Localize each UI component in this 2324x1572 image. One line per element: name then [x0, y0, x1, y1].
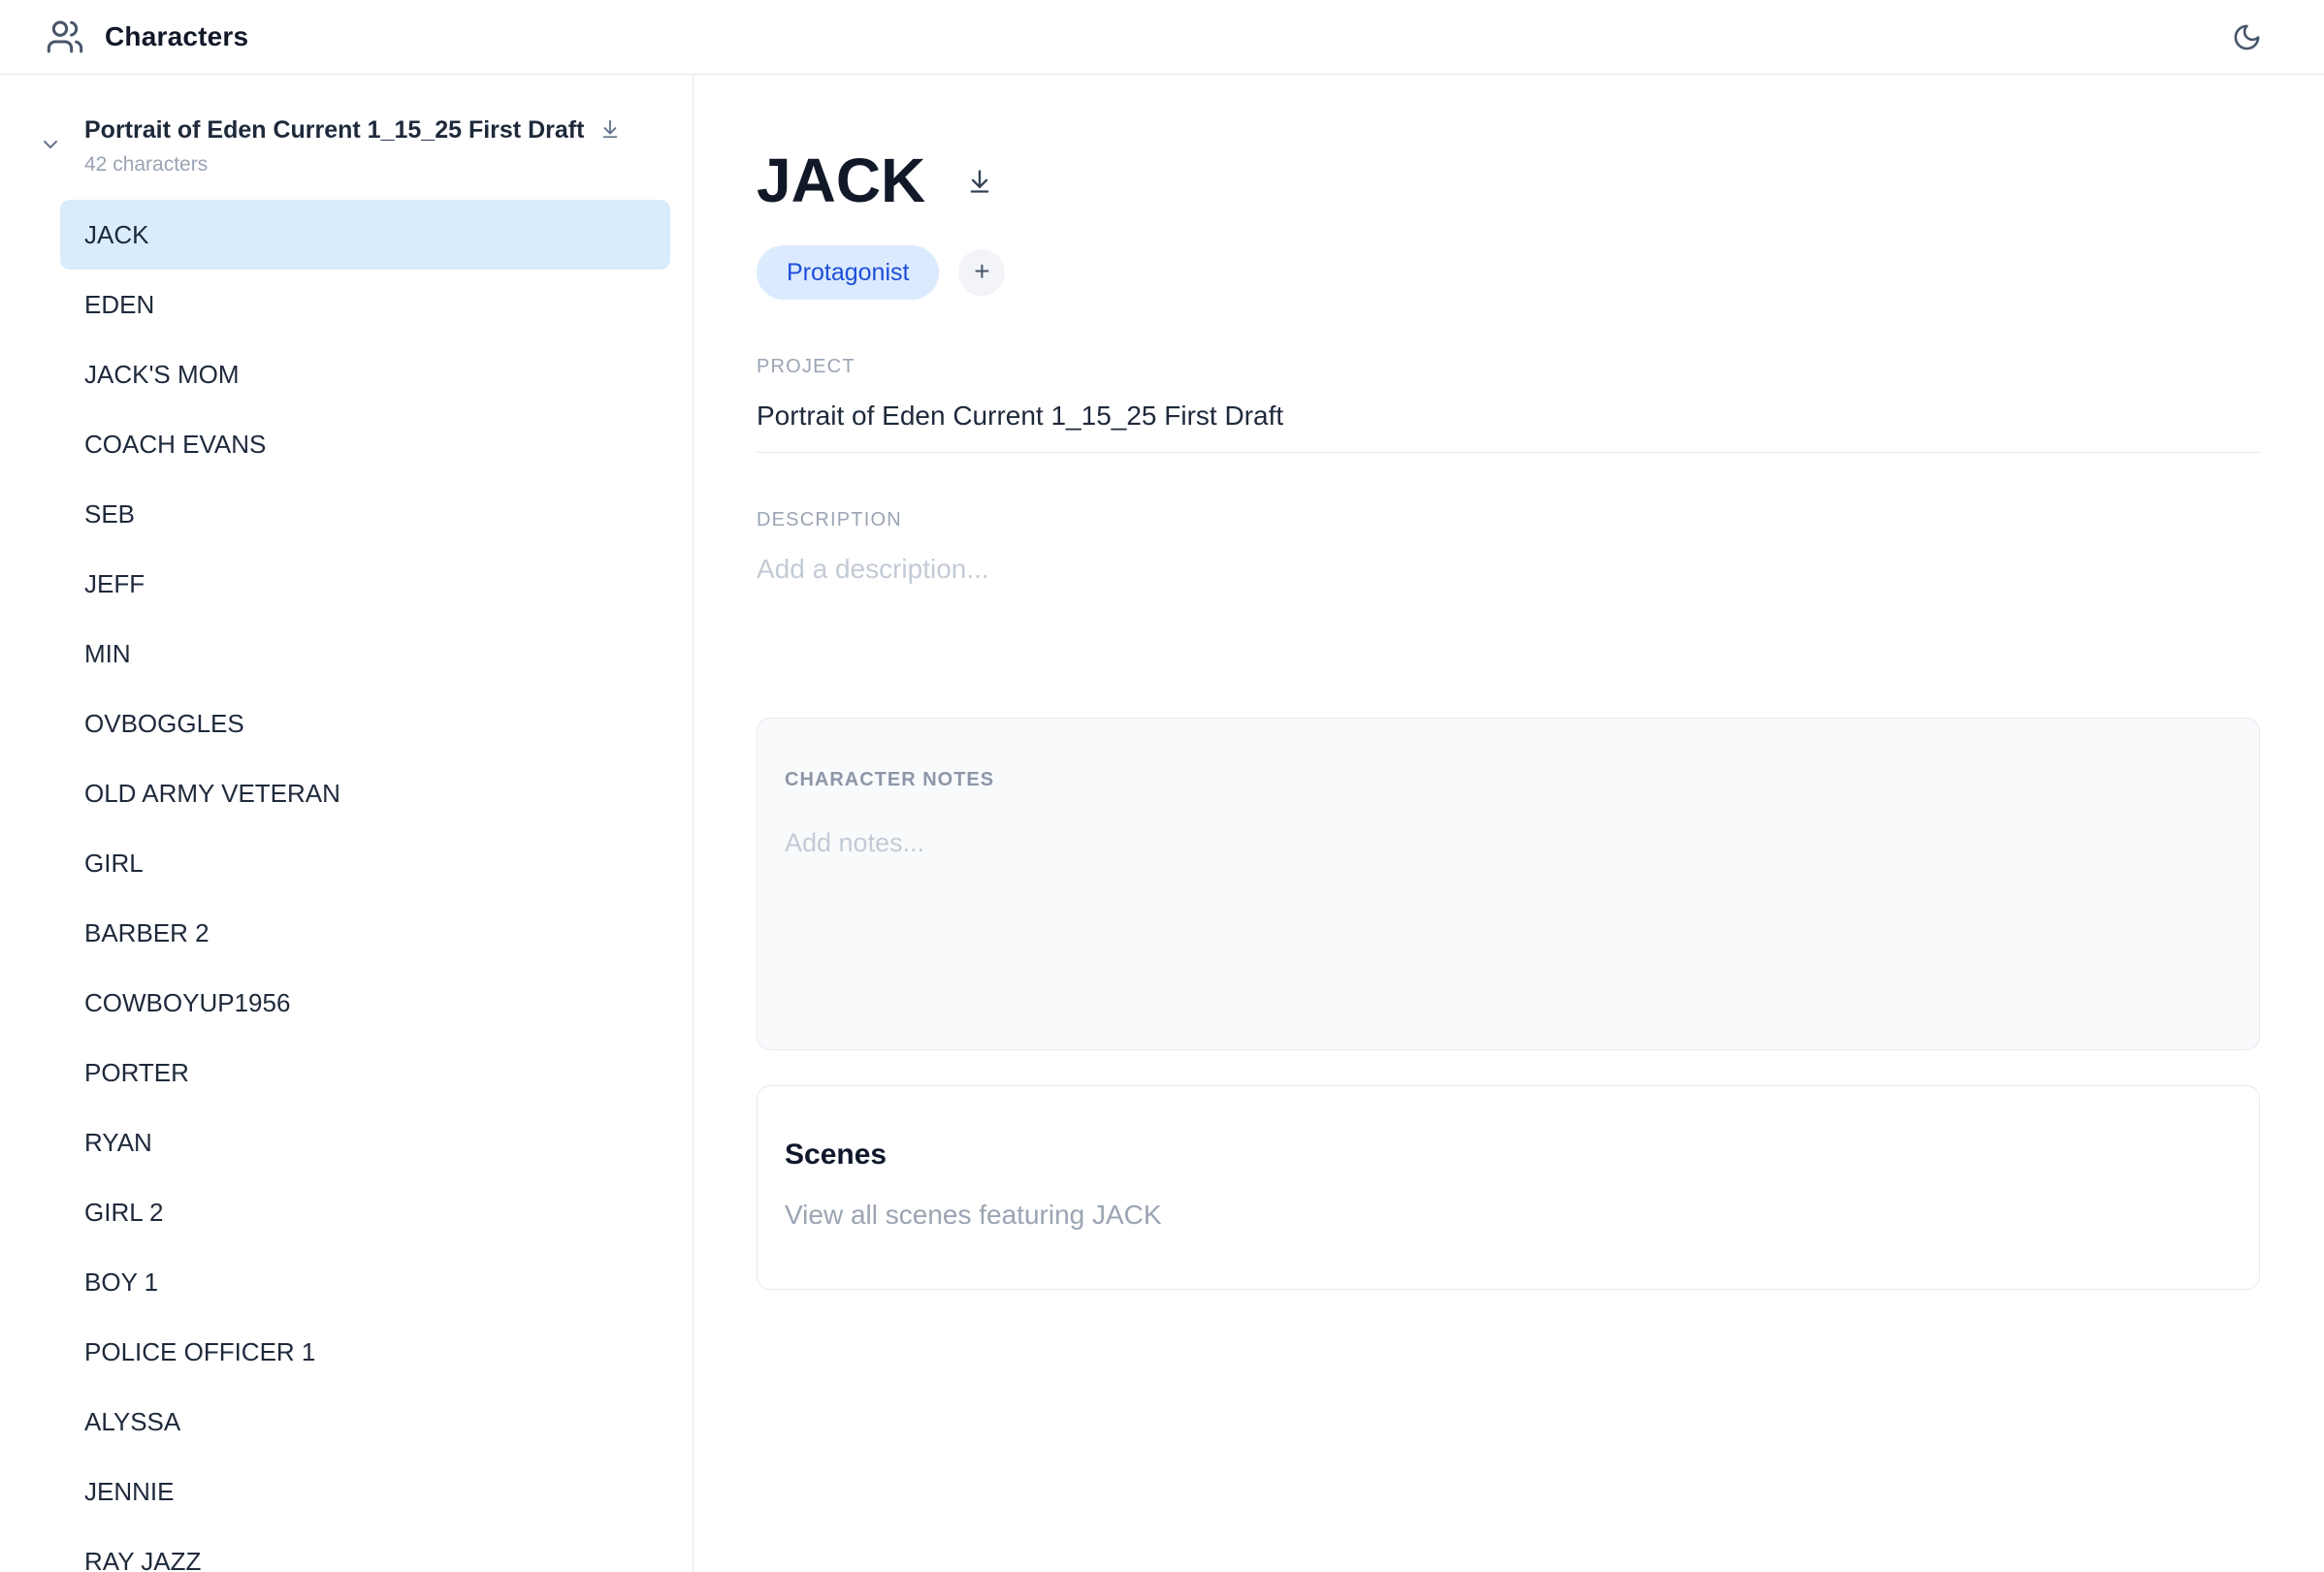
notes-label: CHARACTER NOTES — [785, 769, 2232, 791]
notes-input[interactable]: Add notes... — [785, 828, 2232, 858]
app-header: Characters — [0, 0, 2324, 75]
character-download-button[interactable] — [966, 168, 993, 195]
page-title: Characters — [105, 21, 248, 52]
download-icon — [599, 118, 621, 140]
character-list-item[interactable]: COACH EVANS — [60, 409, 670, 479]
character-list-item[interactable]: EDEN — [60, 270, 670, 339]
character-name-label: OLD ARMY VETERAN — [84, 779, 340, 809]
character-list-item[interactable]: BARBER 2 — [60, 898, 670, 968]
project-collapse-button[interactable] — [39, 133, 62, 156]
project-field-label: PROJECT — [757, 356, 2260, 378]
character-name-label: SEB — [84, 499, 135, 529]
users-icon — [46, 17, 84, 56]
character-title-row: JACK — [757, 148, 2260, 213]
character-name-label: POLICE OFFICER 1 — [84, 1337, 315, 1367]
download-icon — [966, 168, 993, 195]
character-name-label: JEFF — [84, 569, 145, 599]
tag-row: Protagonist + — [757, 245, 2260, 300]
character-list-item[interactable]: COWBOYUP1956 — [60, 968, 670, 1038]
project-download-button[interactable] — [599, 118, 621, 140]
character-list-item[interactable]: RYAN — [60, 1107, 670, 1177]
character-list-item[interactable]: ALYSSA — [60, 1387, 670, 1457]
dark-mode-toggle[interactable] — [2232, 22, 2262, 52]
character-name-label: PORTER — [84, 1058, 189, 1088]
character-name-label: BARBER 2 — [84, 918, 210, 948]
character-list-item[interactable]: OVBOGGLES — [60, 689, 670, 758]
character-detail: JACK Protagonist + PROJECT Portrait of E… — [694, 75, 2324, 1572]
character-name-label: ALYSSA — [84, 1407, 180, 1437]
character-list-item[interactable]: JENNIE — [60, 1457, 670, 1526]
project-field: PROJECT Portrait of Eden Current 1_15_25… — [757, 356, 2260, 453]
character-name-label: COACH EVANS — [84, 430, 266, 460]
character-list-item[interactable]: JACK — [60, 200, 670, 270]
scenes-subtitle: View all scenes featuring JACK — [785, 1200, 2232, 1231]
character-list-item[interactable]: POLICE OFFICER 1 — [60, 1317, 670, 1387]
moon-icon — [2232, 22, 2262, 52]
character-name-label: EDEN — [84, 290, 154, 320]
character-notes-card: CHARACTER NOTES Add notes... — [757, 718, 2260, 1050]
character-name-label: BOY 1 — [84, 1267, 158, 1298]
header-left: Characters — [46, 17, 248, 56]
character-list-item[interactable]: RAY JAZZ — [60, 1526, 670, 1572]
project-title[interactable]: Portrait of Eden Current 1_15_25 First D… — [84, 115, 584, 145]
character-name-label: JENNIE — [84, 1477, 174, 1507]
description-field: DESCRIPTION Add a description... — [757, 509, 2260, 585]
character-list-item[interactable]: JEFF — [60, 549, 670, 619]
character-name-label: GIRL 2 — [84, 1198, 163, 1228]
role-tag[interactable]: Protagonist — [757, 245, 939, 300]
character-list-item[interactable]: PORTER — [60, 1038, 670, 1107]
character-list-item[interactable]: SEB — [60, 479, 670, 549]
project-title-row: Portrait of Eden Current 1_15_25 First D… — [84, 115, 621, 145]
character-list: JACK EDEN JACK'S MOM COACH EVANS SEB JEF… — [0, 200, 693, 1572]
project-header: Portrait of Eden Current 1_15_25 First D… — [0, 115, 693, 176]
character-list-item[interactable]: JACK'S MOM — [60, 339, 670, 409]
sidebar: Portrait of Eden Current 1_15_25 First D… — [0, 75, 694, 1572]
character-list-item[interactable]: OLD ARMY VETERAN — [60, 758, 670, 828]
character-name-label: COWBOYUP1956 — [84, 988, 290, 1018]
character-list-item[interactable]: MIN — [60, 619, 670, 689]
character-name-heading: JACK — [757, 148, 925, 213]
description-field-label: DESCRIPTION — [757, 509, 2260, 531]
content-row: Portrait of Eden Current 1_15_25 First D… — [0, 75, 2324, 1572]
add-tag-button[interactable]: + — [958, 249, 1005, 296]
character-name-label: RAY JAZZ — [84, 1547, 201, 1572]
project-field-value[interactable]: Portrait of Eden Current 1_15_25 First D… — [757, 401, 2260, 453]
character-count: 42 characters — [84, 153, 621, 176]
chevron-down-icon — [39, 133, 62, 156]
character-name-label: JACK'S MOM — [84, 360, 240, 390]
character-name-label: JACK — [84, 220, 148, 250]
character-list-item[interactable]: BOY 1 — [60, 1247, 670, 1317]
description-input[interactable]: Add a description... — [757, 554, 2260, 585]
character-name-label: MIN — [84, 639, 131, 669]
character-list-item[interactable]: GIRL — [60, 828, 670, 898]
scenes-card[interactable]: Scenes View all scenes featuring JACK — [757, 1085, 2260, 1290]
character-name-label: RYAN — [84, 1128, 152, 1158]
character-name-label: OVBOGGLES — [84, 709, 244, 739]
character-name-label: GIRL — [84, 849, 144, 879]
project-meta: Portrait of Eden Current 1_15_25 First D… — [84, 115, 621, 176]
app-root: Characters — [0, 0, 2324, 1572]
character-list-item[interactable]: GIRL 2 — [60, 1177, 670, 1247]
scenes-title: Scenes — [785, 1139, 2232, 1171]
